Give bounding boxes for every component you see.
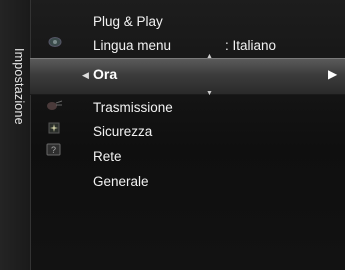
category-icons: ? <box>30 0 86 270</box>
channel-icon[interactable] <box>45 99 63 111</box>
picture-icon[interactable] <box>47 36 63 48</box>
security-icon[interactable] <box>46 121 62 135</box>
menu-item-sicurezza[interactable]: Sicurezza <box>93 124 152 139</box>
selected-row-highlight <box>30 58 345 95</box>
menu-item-plug-and-play[interactable]: Plug & Play <box>93 14 163 29</box>
scroll-up-indicator: ▲ <box>206 53 213 60</box>
menu-item-rete[interactable]: Rete <box>93 149 122 164</box>
menu-item-ora[interactable]: Ora <box>93 66 117 82</box>
section-title: Impostazione <box>12 48 26 125</box>
support-icon[interactable]: ? <box>45 142 62 157</box>
menu-item-lingua-menu[interactable]: Lingua menu <box>93 38 171 53</box>
scroll-down-indicator: ▼ <box>206 90 213 97</box>
enter-submenu-arrow-icon[interactable]: ▶ <box>328 67 337 81</box>
back-arrow-icon: ◀ <box>82 70 89 80</box>
menu-item-trasmissione[interactable]: Trasmissione <box>93 100 173 115</box>
menu-item-generale[interactable]: Generale <box>93 174 149 189</box>
svg-text:?: ? <box>51 145 56 155</box>
lingua-menu-value: : Italiano <box>225 38 277 53</box>
